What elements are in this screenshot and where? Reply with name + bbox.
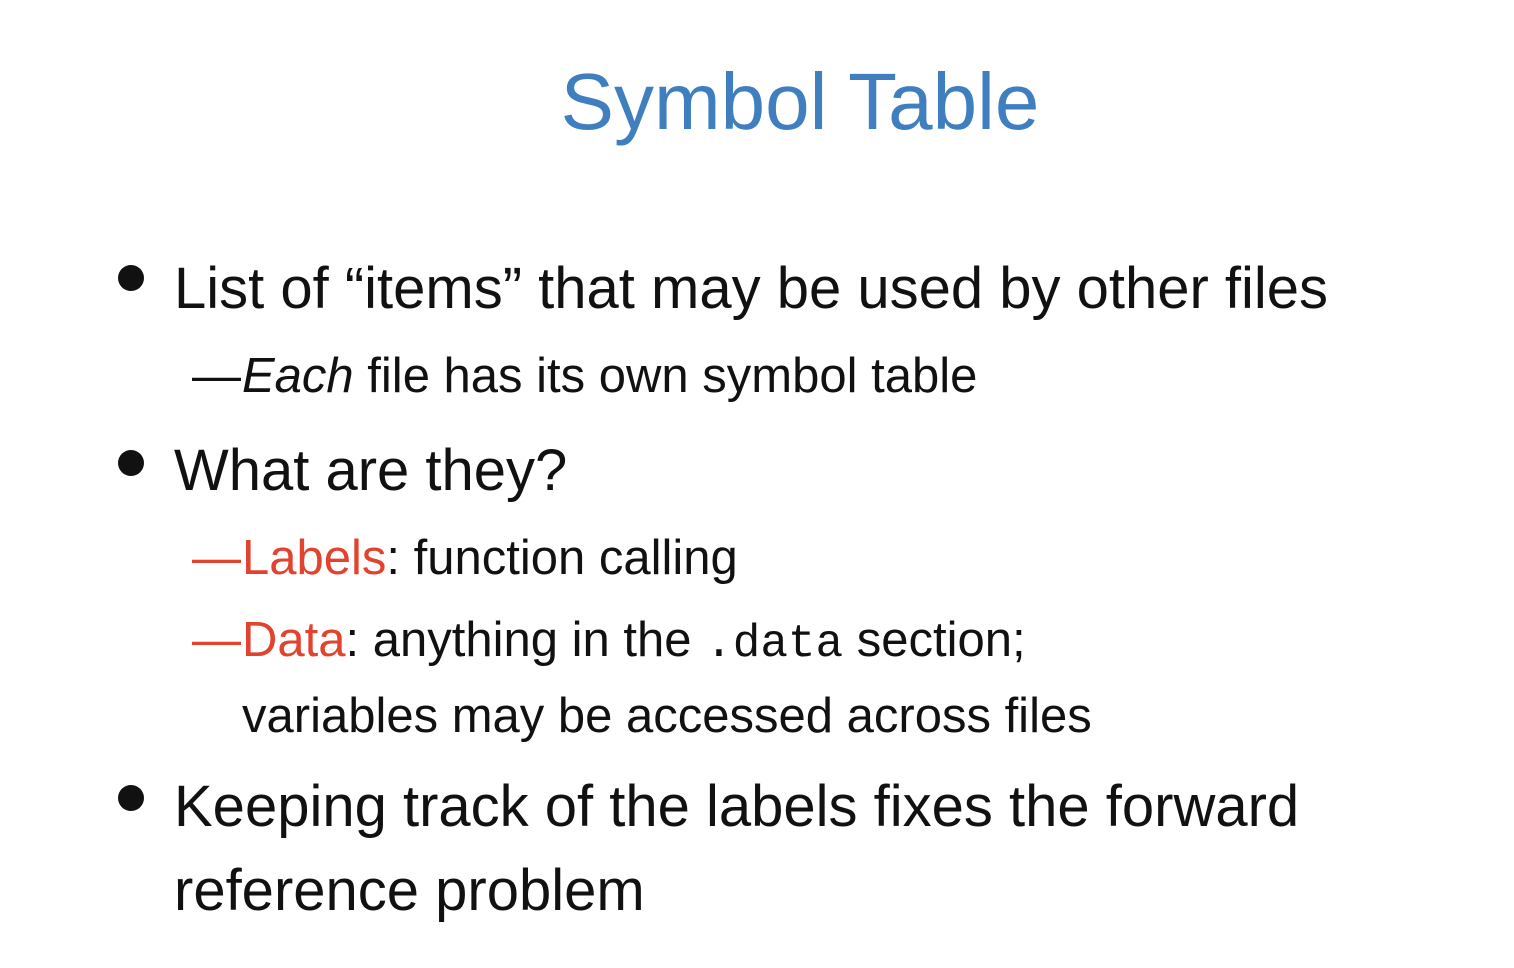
bullet-dot [118, 450, 144, 476]
bullet-3-continuation: reference problem [174, 858, 645, 923]
sub-bullet-2-1: —Labels: function calling [192, 534, 738, 583]
sub-bullet-text: : anything in the [345, 613, 706, 667]
emphasis-word: Each [242, 349, 354, 403]
sub-bullet-1-1: —Each file has its own symbol table [192, 352, 977, 401]
dash-glyph: — [192, 531, 241, 585]
dash-glyph: — [192, 613, 241, 667]
sub-bullet-2-2: —Data: anything in the .data section; [192, 613, 1026, 670]
bullet-3-text: Keeping track of the labels fixes the fo… [174, 774, 1300, 839]
dash-glyph: — [192, 349, 241, 403]
bullet-2-text: What are they? [174, 438, 568, 503]
term-label: Labels [242, 531, 387, 585]
sub-bullet-text-after: section; [843, 613, 1026, 667]
slide: Symbol Table List of “items” that may be… [0, 0, 1514, 968]
bullet-1-text: List of “items” that may be used by othe… [174, 256, 1329, 321]
bullet-dot [118, 265, 144, 291]
sub-bullet-text: file has its own symbol table [353, 349, 978, 403]
term-label: Data [242, 613, 346, 667]
code-snippet: .data [705, 618, 844, 670]
slide-title: Symbol Table [560, 57, 1040, 146]
sub-bullet-text: : function calling [386, 531, 738, 585]
bullet-dot [118, 785, 144, 811]
sub-bullet-2-2-continuation: variables may be accessed across files [242, 689, 1092, 743]
